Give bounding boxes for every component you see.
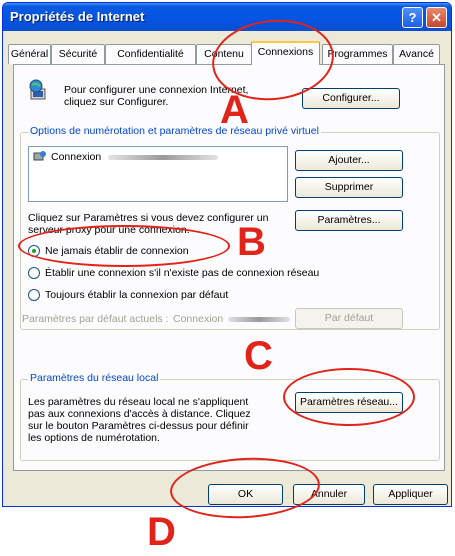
- proxy-settings-button[interactable]: Paramètres...: [295, 210, 403, 231]
- redacted-text: [108, 155, 218, 160]
- apply-button[interactable]: Appliquer: [373, 484, 448, 505]
- lan-group-title: Paramètres du réseau local: [28, 372, 161, 384]
- annotation-label-d: D: [147, 510, 176, 554]
- current-default-label: Paramètres par défaut actuels :: [22, 313, 169, 325]
- network-globe-icon: [28, 79, 50, 101]
- lan-text-line4: les options de numérotation.: [28, 432, 160, 444]
- list-item[interactable]: Connexion: [33, 150, 283, 164]
- redacted-text: [228, 317, 290, 322]
- tab-general[interactable]: Général: [8, 44, 51, 64]
- current-default-value: Connexion: [173, 313, 224, 325]
- dialup-group-title: Options de numérotation et paramètres de…: [28, 125, 321, 137]
- tab-connections[interactable]: Connexions: [251, 41, 320, 65]
- annotation-label-c: C: [244, 334, 273, 378]
- lan-text-line1: Les paramètres du réseau local ne s'appl…: [28, 396, 249, 408]
- always-dial-radio[interactable]: [28, 289, 40, 301]
- tab-privacy[interactable]: Confidentialité: [105, 44, 196, 64]
- annotation-label-a: A: [220, 88, 249, 132]
- tab-security[interactable]: Sécurité: [51, 44, 105, 64]
- lan-text-line3: sur le bouton Paramètres ci-dessus pour …: [28, 420, 249, 432]
- proxy-text-line1: Cliquez sur Paramètres si vous devez con…: [28, 212, 269, 224]
- title-bar[interactable]: Propriétés de Internet ? ✕: [3, 3, 451, 31]
- close-button[interactable]: ✕: [426, 7, 447, 28]
- setup-text-line2: cliquez sur Configurer.: [64, 96, 169, 108]
- tab-advanced[interactable]: Avancé: [393, 44, 440, 64]
- set-default-button[interactable]: Par défaut: [295, 308, 403, 329]
- help-button[interactable]: ?: [402, 7, 423, 28]
- lan-text-line2: pas aux connexions d'accès à distance. C…: [28, 408, 251, 420]
- annotation-oval-b: [18, 225, 230, 267]
- list-item-label: Connexion: [51, 151, 102, 163]
- window-title: Propriétés de Internet: [10, 9, 145, 24]
- annotation-oval-c: [283, 368, 415, 426]
- remove-button[interactable]: Supprimer: [295, 177, 403, 198]
- dialup-connection-icon: [33, 150, 47, 162]
- add-button[interactable]: Ajouter...: [295, 150, 403, 171]
- connections-list[interactable]: Connexion: [28, 146, 288, 202]
- dial-when-no-network-label[interactable]: Établir une connexion s'il n'existe pas …: [45, 267, 319, 279]
- annotation-label-b: B: [237, 220, 266, 264]
- dial-when-no-network-radio[interactable]: [28, 267, 40, 279]
- configure-button[interactable]: Configurer...: [302, 88, 400, 109]
- always-dial-label[interactable]: Toujours établir la connexion par défaut: [45, 289, 228, 301]
